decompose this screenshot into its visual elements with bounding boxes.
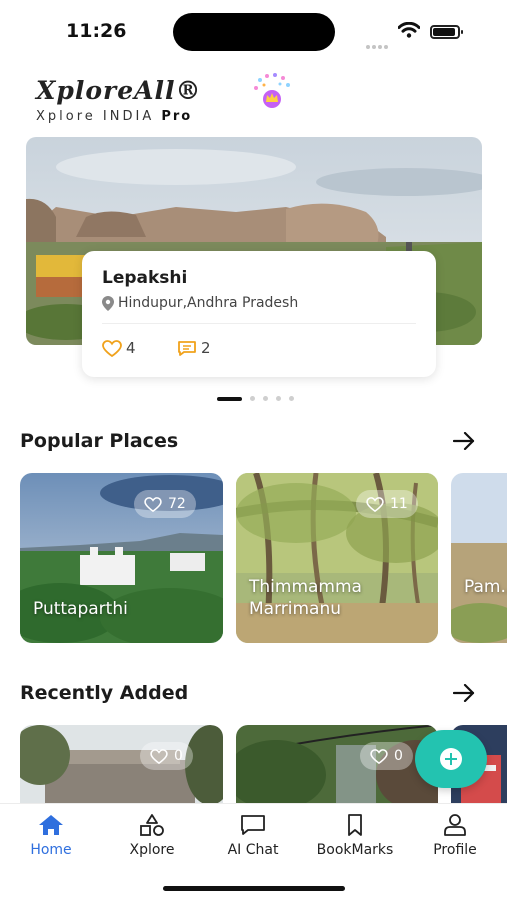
like-pill[interactable]: 11	[356, 490, 418, 518]
popular-place-card[interactable]: Pam... Temp...	[451, 473, 507, 643]
like-pill[interactable]: 0	[360, 742, 413, 770]
nav-item-xplore[interactable]: Xplore	[107, 814, 197, 858]
heart-icon	[150, 748, 168, 764]
carousel-pagination[interactable]	[217, 396, 302, 401]
shapes-icon	[140, 814, 164, 836]
featured-comment-button[interactable]: 2	[177, 339, 211, 357]
recently-added-title: Recently Added	[20, 682, 189, 704]
carousel-dot[interactable]	[276, 396, 281, 401]
popular-place-card[interactable]: 11 Thimmamma Marrimanu	[236, 473, 438, 643]
location-pin-icon	[102, 295, 114, 311]
like-count: 0	[394, 748, 403, 764]
chat-icon	[241, 815, 265, 835]
like-pill[interactable]: 0	[140, 742, 193, 770]
person-icon	[444, 814, 466, 836]
nav-label-home: Home	[30, 842, 72, 858]
like-count: 0	[174, 748, 183, 764]
nav-item-profile[interactable]: Profile	[410, 814, 500, 858]
popular-places-header: Popular Places	[20, 430, 475, 452]
wifi-icon	[397, 21, 421, 42]
plus-icon	[440, 748, 462, 770]
recent-place-card[interactable]: 0	[236, 725, 438, 805]
carousel-dot[interactable]	[289, 396, 294, 401]
featured-place-title: Lepakshi	[102, 268, 188, 288]
nav-item-bookmarks[interactable]: BookMarks	[310, 814, 400, 858]
carousel-dot-active[interactable]	[217, 396, 242, 401]
carousel-dot[interactable]	[263, 396, 268, 401]
popular-place-card[interactable]: 72 Puttaparthi	[20, 473, 223, 643]
nav-item-home[interactable]: Home	[6, 814, 96, 858]
like-count: 11	[390, 496, 408, 512]
bookmark-icon	[348, 814, 362, 836]
like-count: 72	[168, 496, 186, 512]
dynamic-island	[173, 13, 335, 51]
nav-label-xplore: Xplore	[129, 842, 175, 858]
arrow-right-icon[interactable]	[453, 684, 475, 702]
add-place-button[interactable]	[415, 730, 487, 788]
brand-title: XploreAll®	[36, 76, 202, 105]
nav-item-ai-chat[interactable]: AI Chat	[208, 814, 298, 858]
nav-label-bookmarks: BookMarks	[316, 842, 394, 858]
brand-tier: Pro	[161, 109, 193, 124]
popular-places-title: Popular Places	[20, 430, 179, 452]
home-indicator[interactable]	[163, 886, 345, 891]
card-divider	[102, 323, 416, 324]
recently-added-header: Recently Added	[20, 682, 475, 704]
featured-place-location-text: Hindupur,Andhra Pradesh	[118, 295, 299, 311]
heart-icon	[370, 748, 388, 764]
heart-icon	[102, 339, 122, 357]
featured-comment-count: 2	[201, 339, 211, 357]
brand-subtitle: Xplore INDIA Pro	[36, 109, 202, 124]
featured-like-button[interactable]: 4	[102, 339, 136, 357]
recent-place-card[interactable]: 0	[20, 725, 223, 805]
featured-place-location: Hindupur,Andhra Pradesh	[102, 295, 298, 311]
battery-icon	[430, 25, 463, 39]
pro-crown-icon[interactable]	[252, 72, 292, 112]
place-name: Pam... Temp...	[464, 577, 507, 597]
place-name: Puttaparthi	[33, 599, 128, 619]
heart-icon	[366, 496, 384, 512]
place-name: Thimmamma Marrimanu	[249, 577, 362, 619]
comment-icon	[178, 340, 196, 356]
brand-logo: XploreAll® Xplore INDIA Pro	[36, 76, 202, 124]
nav-label-profile: Profile	[433, 842, 477, 858]
like-pill[interactable]: 72	[134, 490, 196, 518]
featured-place-card[interactable]: Lepakshi Hindupur,Andhra Pradesh 4 2	[82, 251, 436, 377]
heart-icon	[144, 496, 162, 512]
brand-subtitle-text: Xplore INDIA	[36, 109, 155, 124]
status-time: 11:26	[66, 20, 127, 42]
nav-label-ai-chat: AI Chat	[227, 842, 279, 858]
home-icon	[39, 815, 63, 835]
status-bar: 11:26	[0, 0, 507, 60]
arrow-right-icon[interactable]	[453, 432, 475, 450]
signal-icon	[366, 34, 390, 53]
featured-like-count: 4	[126, 339, 136, 357]
carousel-dot[interactable]	[250, 396, 255, 401]
